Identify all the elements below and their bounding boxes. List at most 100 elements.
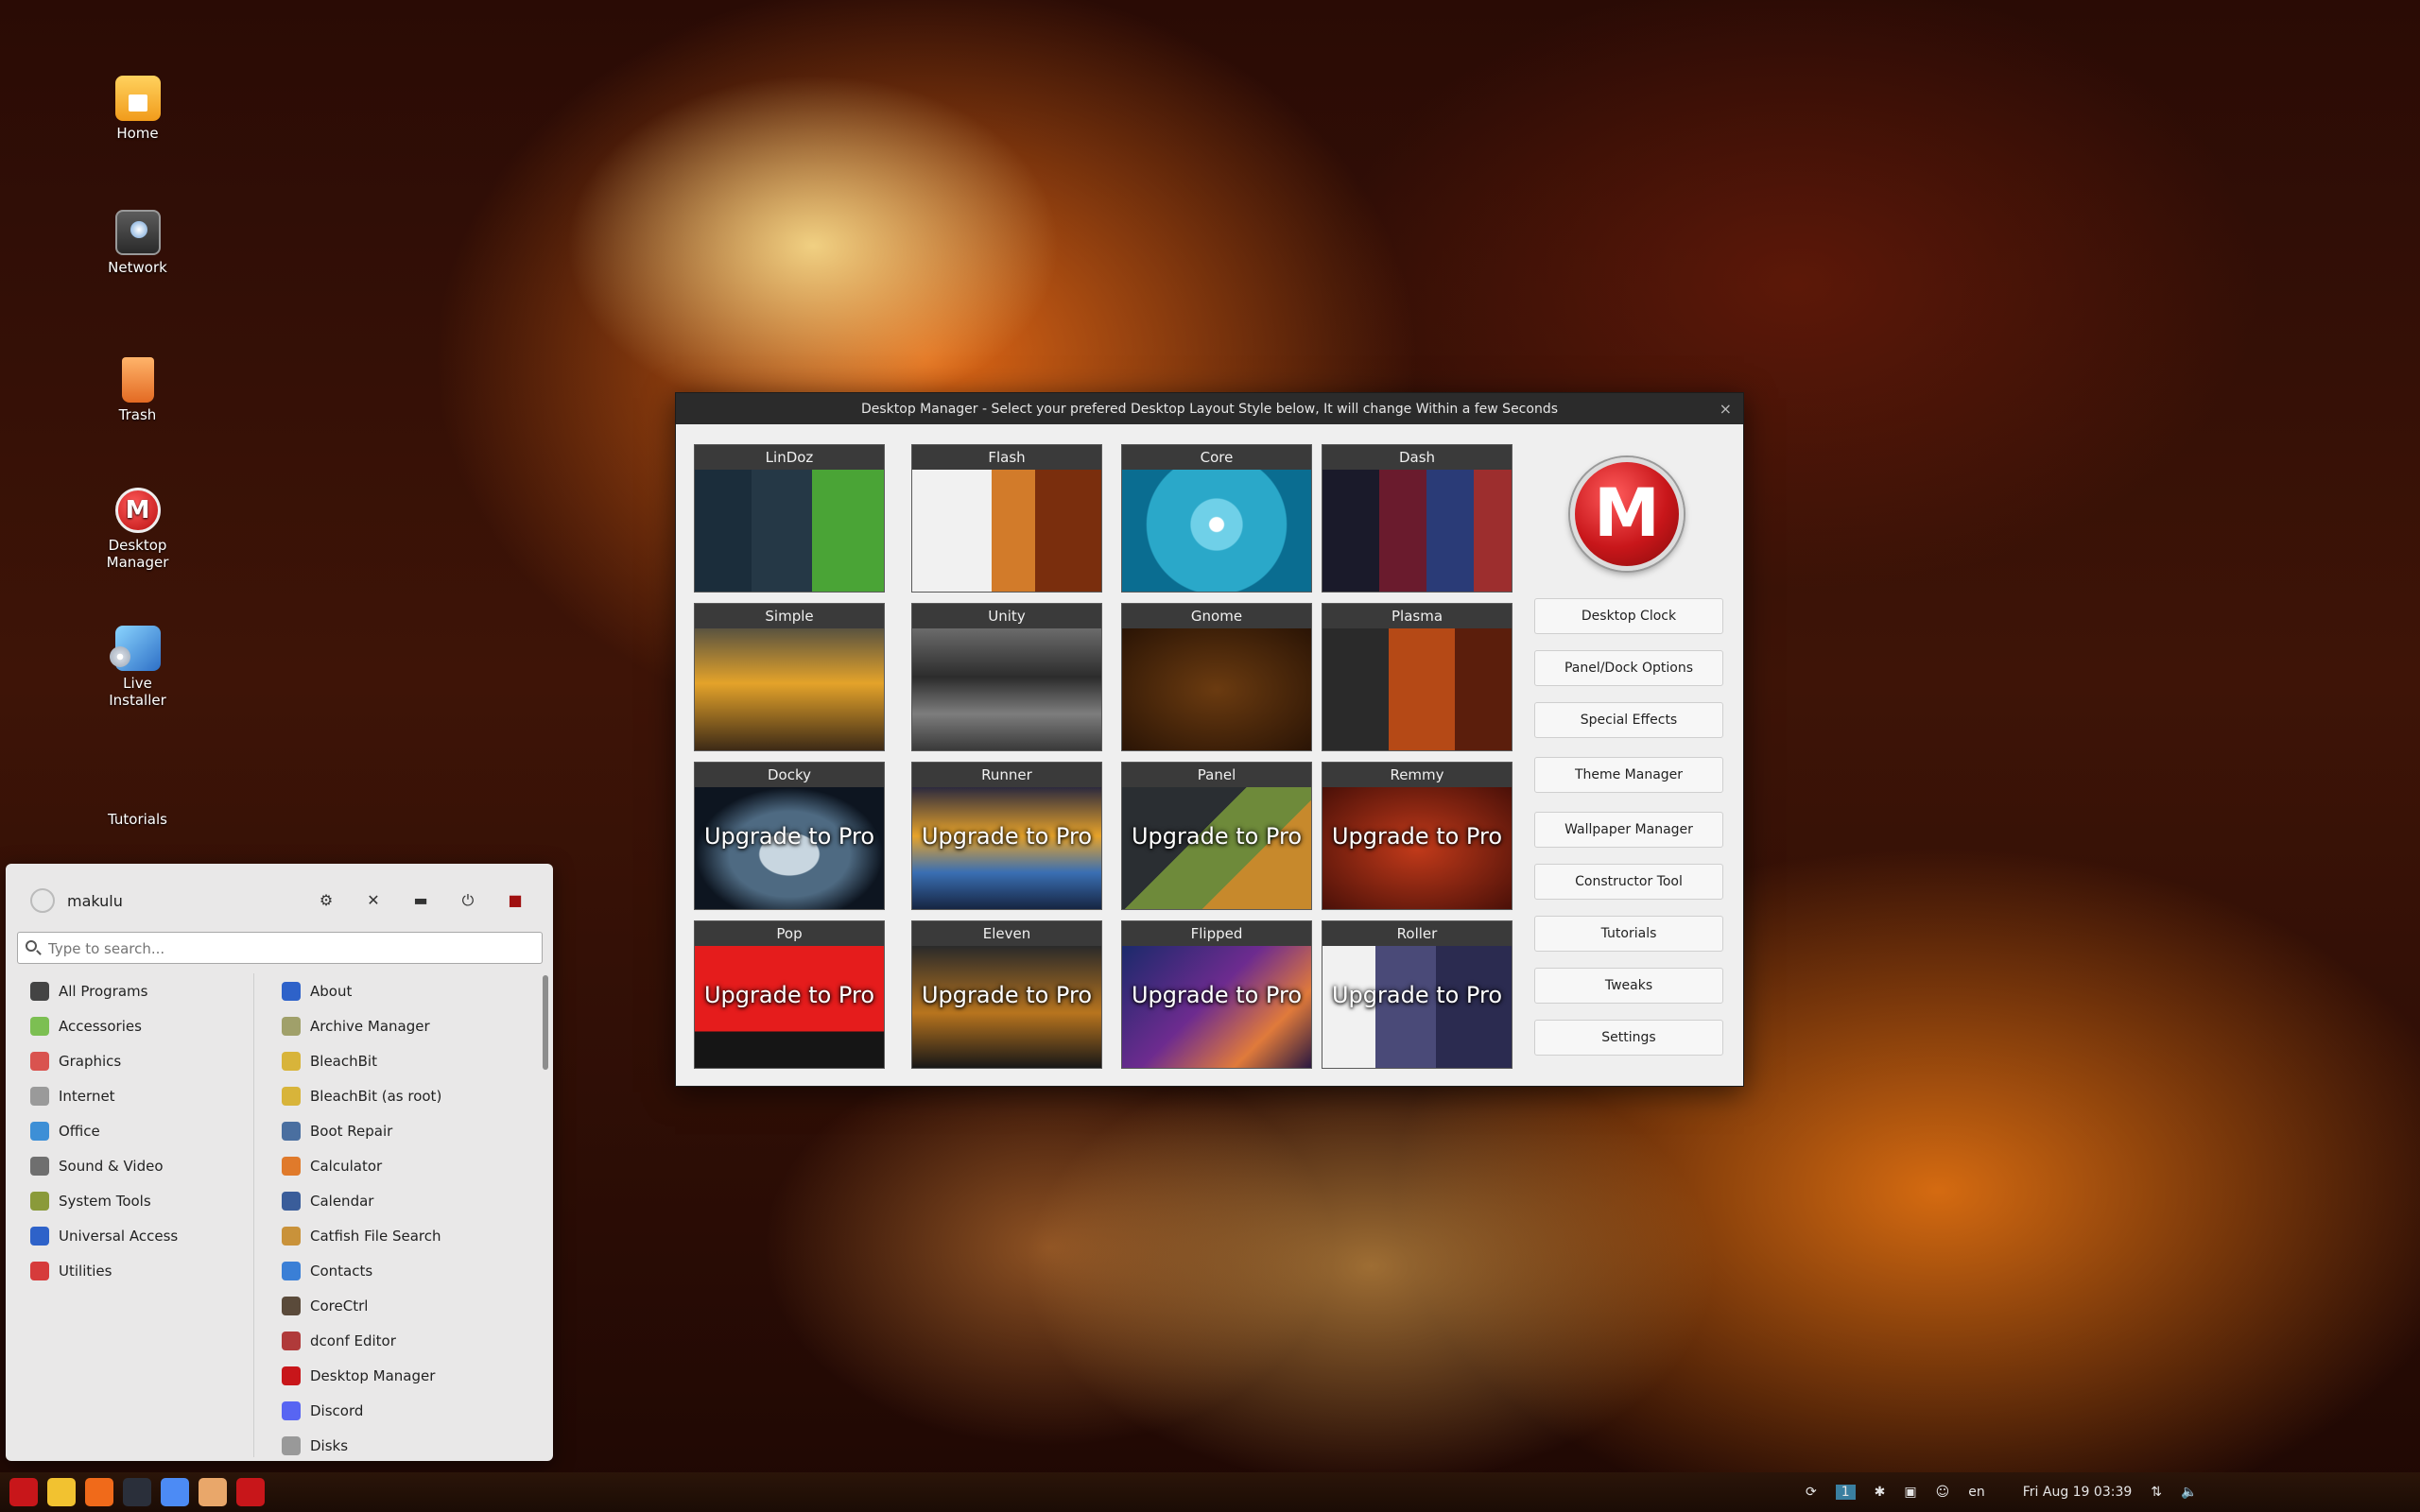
terminal-icon[interactable] <box>123 1478 151 1506</box>
category-utilities[interactable]: Utilities <box>30 1253 257 1288</box>
category-all-programs[interactable]: All Programs <box>30 973 257 1008</box>
makulu-menu-icon[interactable] <box>9 1478 38 1506</box>
layout-tile-docky[interactable]: Docky Upgrade to Pro <box>694 762 885 910</box>
layout-tile-label: Gnome <box>1122 604 1311 628</box>
layout-tile-pop[interactable]: Pop Upgrade to Pro <box>694 920 885 1069</box>
layout-tile-label: Roller <box>1322 921 1512 946</box>
desktop-icon-label: Tutorials <box>108 811 167 828</box>
layout-tile-remmy[interactable]: Remmy Upgrade to Pro <box>1322 762 1512 910</box>
layout-tile-plasma[interactable]: Plasma <box>1322 603 1512 751</box>
keyboard-layout[interactable]: en <box>1968 1485 1985 1500</box>
desktop-icon-network[interactable]: Network <box>93 210 182 276</box>
tools-icon[interactable]: ✕ <box>363 890 384 911</box>
layout-tile-label: Unity <box>912 604 1101 628</box>
constructor-tool-button[interactable]: Constructor Tool <box>1534 864 1723 900</box>
program-disks[interactable]: Disks <box>282 1428 527 1457</box>
layout-tile-flipped[interactable]: Flipped Upgrade to Pro <box>1121 920 1312 1069</box>
settings-gear-icon[interactable]: ⚙ <box>316 890 337 911</box>
layout-tile-eleven[interactable]: Eleven Upgrade to Pro <box>911 920 1102 1069</box>
close-icon[interactable]: × <box>1720 400 1732 418</box>
desktop-manager-window: Desktop Manager - Select your prefered D… <box>675 392 1744 1087</box>
desktop-manager-task-icon[interactable] <box>236 1478 265 1506</box>
layout-tile-core[interactable]: Core <box>1121 444 1312 593</box>
puzzle-extension-icon[interactable]: ✱ <box>1875 1485 1886 1500</box>
category-accessories[interactable]: Accessories <box>30 1008 257 1043</box>
category-sound-video[interactable]: Sound & Video <box>30 1148 257 1183</box>
wallpaper-manager-button[interactable]: Wallpaper Manager <box>1534 812 1723 848</box>
desktop-icon-trash[interactable]: Trash <box>93 357 182 423</box>
dconf-icon <box>282 1331 301 1350</box>
calculator-icon <box>282 1156 301 1176</box>
lock-screen-icon[interactable]: ▬ <box>410 890 431 911</box>
user-app-icon[interactable] <box>199 1478 227 1506</box>
program-bleachbit[interactable]: BleachBit <box>282 1043 527 1078</box>
program-label: Disks <box>310 1436 349 1454</box>
layout-tile-gnome[interactable]: Gnome <box>1121 603 1312 751</box>
program-label: Discord <box>310 1401 364 1419</box>
theme-manager-button[interactable]: Theme Manager <box>1534 757 1723 793</box>
boot-repair-icon <box>282 1121 301 1141</box>
layout-preview-image <box>695 628 884 750</box>
program-discord[interactable]: Discord <box>282 1393 527 1428</box>
program-label: Desktop Manager <box>310 1366 436 1384</box>
search-input[interactable] <box>46 936 532 961</box>
network-icon <box>114 210 161 255</box>
layout-tile-unity[interactable]: Unity <box>911 603 1102 751</box>
workspace-indicator[interactable]: 1 <box>1835 1485 1856 1500</box>
special-effects-button[interactable]: Special Effects <box>1534 702 1723 738</box>
program-bleachbit-as-root-[interactable]: BleachBit (as root) <box>282 1078 527 1113</box>
corectrl-icon <box>282 1296 301 1315</box>
clock[interactable]: Fri Aug 19 03:39 <box>2023 1485 2133 1500</box>
application-menu: makulu ⚙ ✕ ▬ ⏻ ■ All Programs Accessories… <box>6 864 553 1461</box>
network-tray-icon[interactable]: ⇅ <box>2151 1485 2162 1500</box>
category-label: Universal Access <box>59 1227 179 1245</box>
program-desktop-manager[interactable]: Desktop Manager <box>282 1358 527 1393</box>
chrome-icon[interactable] <box>161 1478 189 1506</box>
program-contacts[interactable]: Contacts <box>282 1253 527 1288</box>
layout-tile-simple[interactable]: Simple <box>694 603 885 751</box>
desktop-icon-live-installer[interactable]: Live Installer <box>93 626 182 709</box>
program-archive-manager[interactable]: Archive Manager <box>282 1008 527 1043</box>
notes-icon[interactable] <box>47 1478 76 1506</box>
update-icon[interactable]: ⟳ <box>1806 1485 1817 1500</box>
tray-window-icon[interactable]: ▣ <box>1904 1485 1916 1500</box>
layout-tile-roller[interactable]: Roller Upgrade to Pro <box>1322 920 1512 1069</box>
power-icon[interactable]: ⏻ <box>458 890 478 911</box>
window-titlebar[interactable]: Desktop Manager - Select your prefered D… <box>676 393 1743 424</box>
category-graphics[interactable]: Graphics <box>30 1043 257 1078</box>
layout-tile-lindoz[interactable]: LinDoz <box>694 444 885 593</box>
search-field[interactable] <box>17 932 543 964</box>
program-calculator[interactable]: Calculator <box>282 1148 527 1183</box>
software-center-icon[interactable] <box>85 1478 113 1506</box>
program-about[interactable]: About <box>282 973 527 1008</box>
layout-tile-runner[interactable]: Runner Upgrade to Pro <box>911 762 1102 910</box>
panel-dock-options-button[interactable]: Panel/Dock Options <box>1534 650 1723 686</box>
category-system-tools[interactable]: System Tools <box>30 1183 257 1218</box>
category-label: Accessories <box>59 1017 142 1035</box>
program-calendar[interactable]: Calendar <box>282 1183 527 1218</box>
layout-tile-flash[interactable]: Flash <box>911 444 1102 593</box>
program-dconf-editor[interactable]: dconf Editor <box>282 1323 527 1358</box>
taskbar: ⟳ 1 ✱ ▣ ☺ en Fri Aug 19 03:39 ⇅ 🔈 <box>0 1472 2420 1512</box>
desktop-icon-desktop-manager[interactable]: M Desktop Manager <box>93 488 182 571</box>
tweaks-button[interactable]: Tweaks <box>1534 968 1723 1004</box>
program-corectrl[interactable]: CoreCtrl <box>282 1288 527 1323</box>
desktop-clock-button[interactable]: Desktop Clock <box>1534 598 1723 634</box>
settings-button[interactable]: Settings <box>1534 1020 1723 1056</box>
layout-tile-panel[interactable]: Panel Upgrade to Pro <box>1121 762 1312 910</box>
category-universal-access[interactable]: Universal Access <box>30 1218 257 1253</box>
category-office[interactable]: Office <box>30 1113 257 1148</box>
desktop-icon-tutorials[interactable]: Tutorials <box>93 811 182 828</box>
accessibility-icon[interactable]: ☺ <box>1936 1485 1950 1500</box>
category-internet[interactable]: Internet <box>30 1078 257 1113</box>
desktop-icon-home[interactable]: Home <box>93 76 182 142</box>
user-avatar-icon[interactable] <box>30 888 55 913</box>
volume-icon[interactable]: 🔈 <box>2181 1485 2197 1500</box>
program-catfish-file-search[interactable]: Catfish File Search <box>282 1218 527 1253</box>
program-list-scrollbar[interactable] <box>543 975 548 1070</box>
tutorials-button[interactable]: Tutorials <box>1534 916 1723 952</box>
logout-icon[interactable]: ■ <box>505 890 526 911</box>
layout-tile-dash[interactable]: Dash <box>1322 444 1512 593</box>
program-boot-repair[interactable]: Boot Repair <box>282 1113 527 1148</box>
installer-icon <box>109 626 161 671</box>
